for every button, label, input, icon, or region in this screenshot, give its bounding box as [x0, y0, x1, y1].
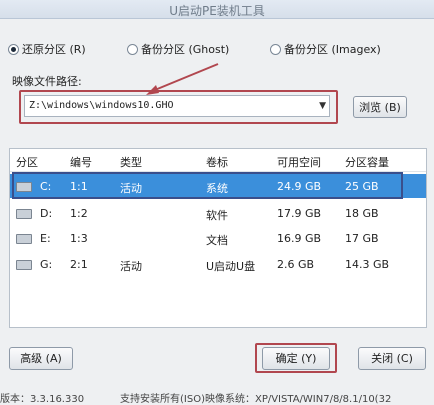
close-button[interactable]: 关闭 (C) [358, 347, 426, 370]
status-footer: 版本：3.3.16.330 支持安装所有(ISO)映像系统：XP/VISTA/W… [0, 390, 434, 405]
table-row[interactable]: G: 2:1 活动 U启动U盘 2.6 GB 14.3 GB [10, 252, 426, 276]
usb-drive-icon [16, 260, 32, 270]
version-text: 版本：3.3.16.330 [0, 394, 85, 405]
table-header: 分区 编号 类型 卷标 可用空间 分区容量 [10, 149, 426, 172]
free-space: 17.9 GB [277, 207, 322, 220]
free-space: 2.6 GB [277, 258, 315, 271]
selected-row-highlight-box [12, 172, 403, 199]
ok-highlight-box [255, 343, 337, 373]
column-header: 分区 [16, 156, 38, 169]
drive-letter: G: [40, 258, 53, 271]
browse-button[interactable]: 浏览 (B) [353, 96, 407, 118]
partition-number: 1:3 [70, 232, 88, 245]
column-header: 可用空间 [277, 156, 321, 169]
column-header: 编号 [70, 156, 92, 169]
partition-size: 14.3 GB [345, 258, 390, 271]
volume-label: 文档 [206, 234, 228, 247]
table-row[interactable]: D: 1:2 软件 17.9 GB 18 GB [10, 201, 426, 225]
column-header: 分区容量 [345, 156, 389, 169]
support-text: 支持安装所有(ISO)映像系统：XP/VISTA/WIN7/8/8.1/10(3… [120, 394, 392, 405]
partition-size: 17 GB [345, 232, 379, 245]
disk-drive-icon [16, 234, 32, 244]
partition-size: 18 GB [345, 207, 379, 220]
advanced-button[interactable]: 高级 (A) [9, 347, 73, 370]
partition-number: 1:2 [70, 207, 88, 220]
column-header: 类型 [120, 156, 142, 169]
free-space: 16.9 GB [277, 232, 322, 245]
column-header: 卷标 [206, 156, 228, 169]
partition-number: 2:1 [70, 258, 88, 271]
drive-letter: D: [40, 207, 53, 220]
partition-type: 活动 [120, 260, 142, 273]
drive-letter: E: [40, 232, 51, 245]
volume-label: 软件 [206, 209, 228, 222]
volume-label: U启动U盘 [206, 260, 256, 273]
table-row[interactable]: E: 1:3 文档 16.9 GB 17 GB [10, 226, 426, 250]
disk-drive-icon [16, 209, 32, 219]
